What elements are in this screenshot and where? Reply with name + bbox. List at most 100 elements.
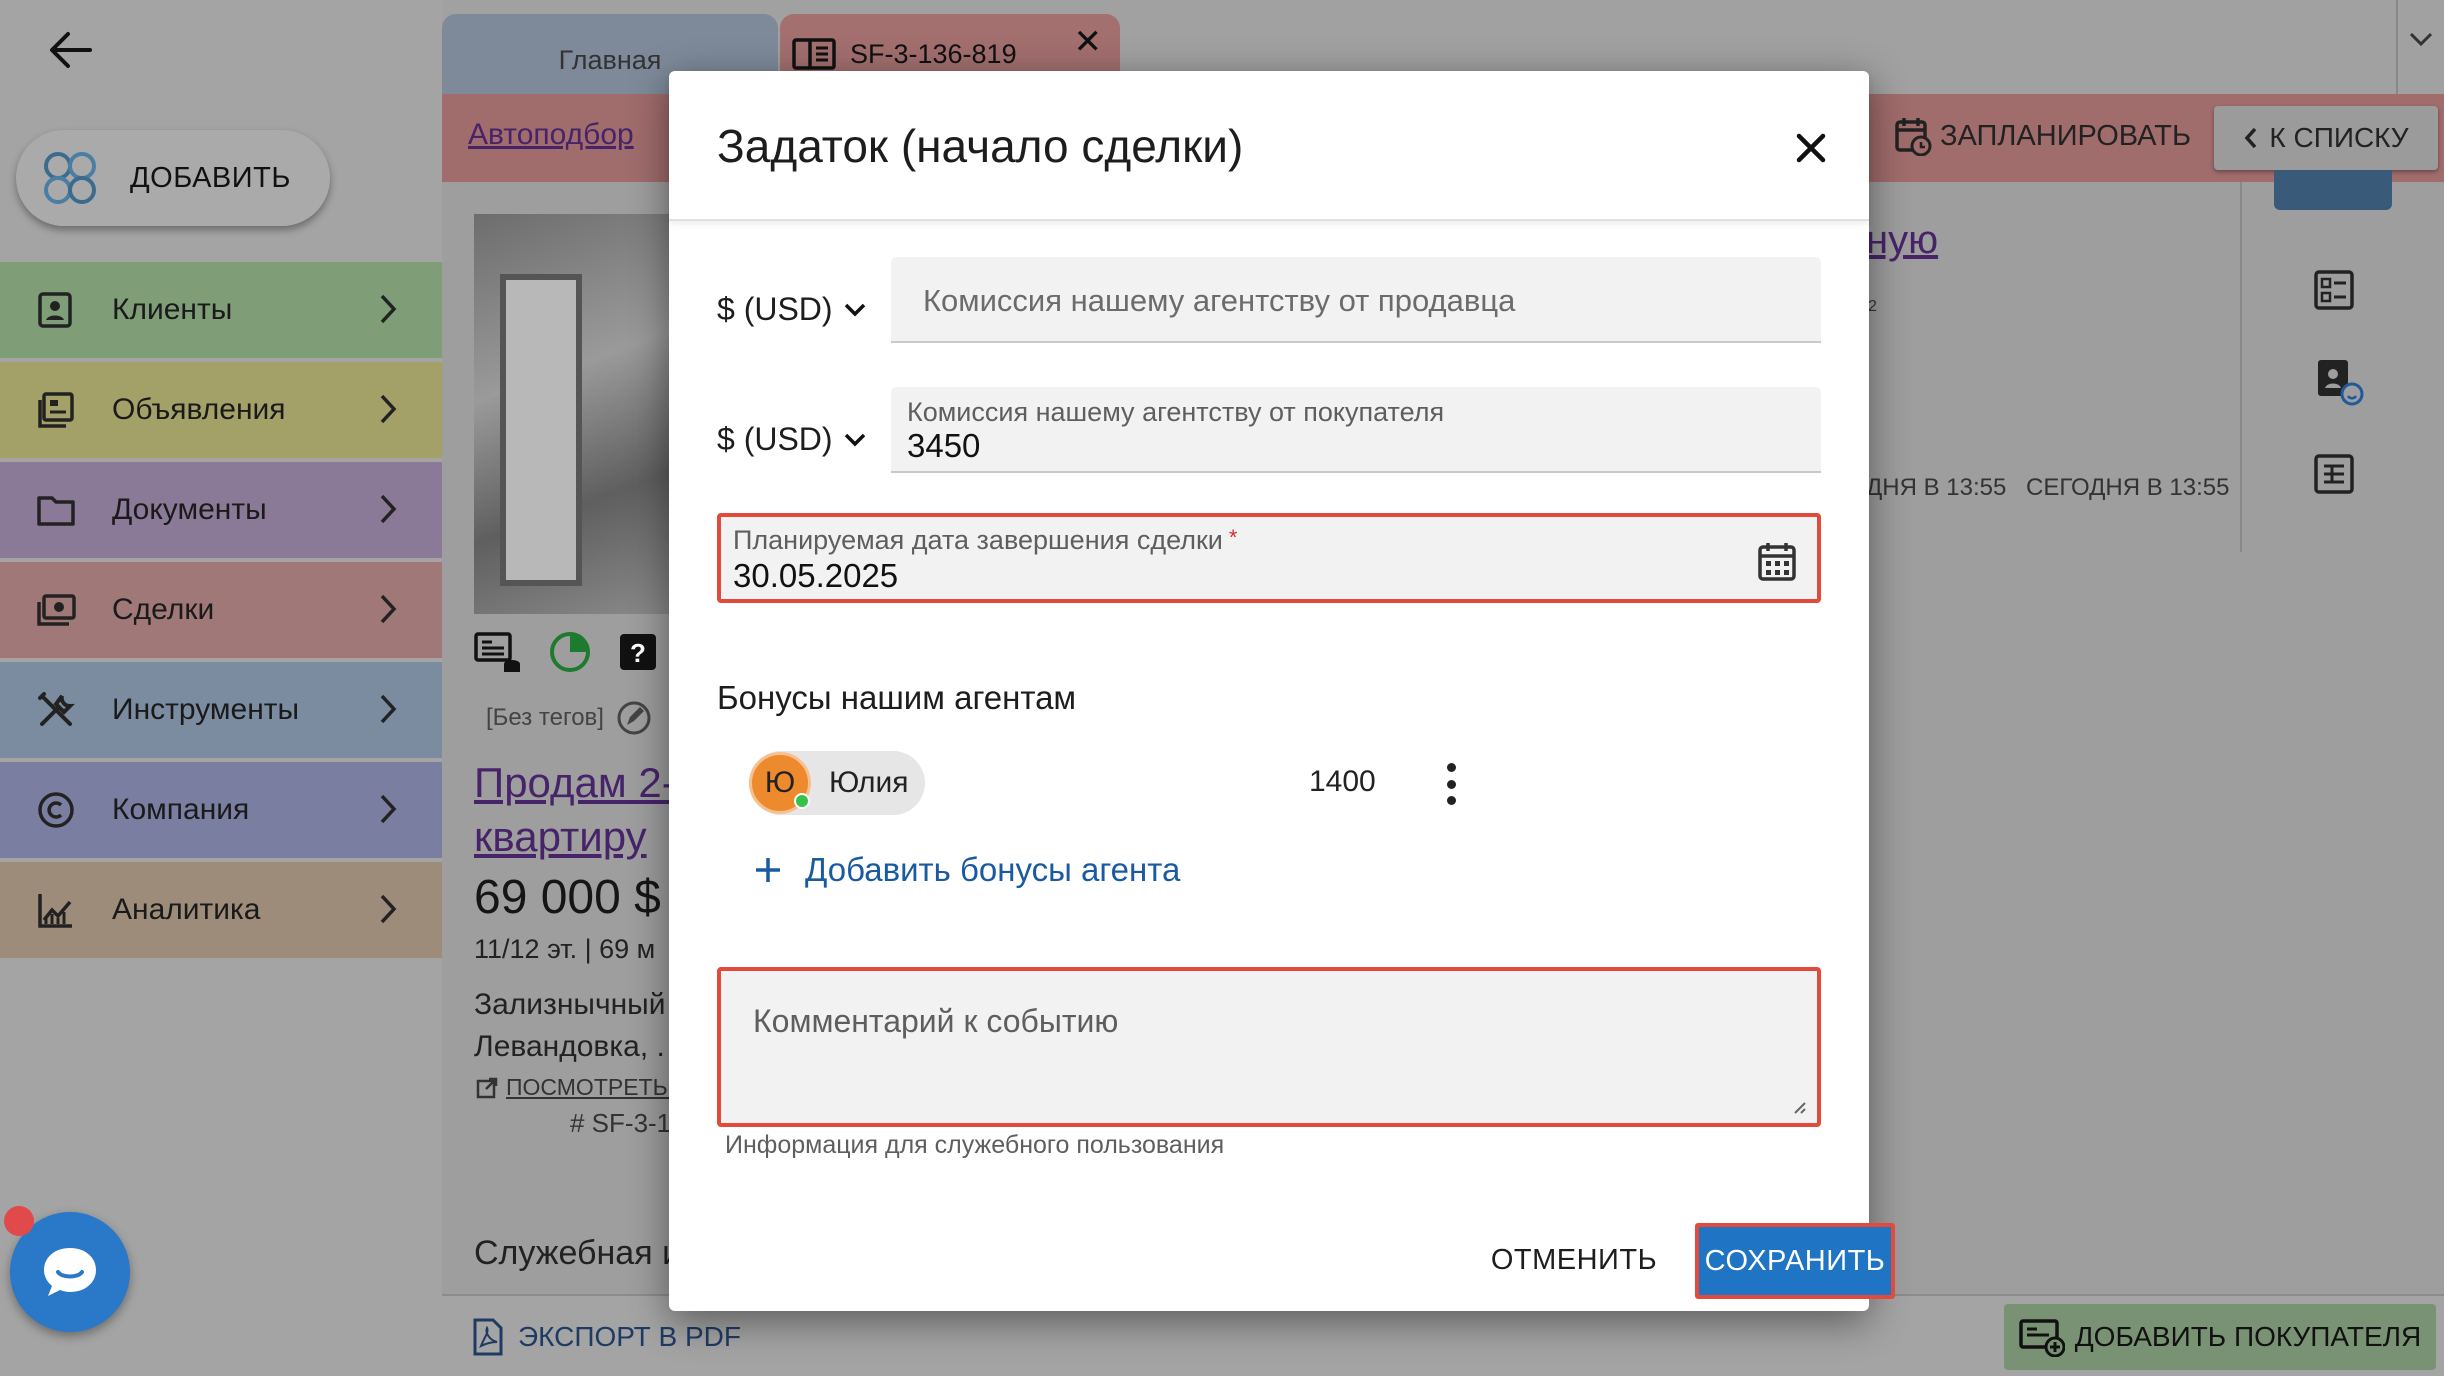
table-icon[interactable]: [2314, 454, 2354, 494]
export-pdf-button[interactable]: ЭКСПОРТ В PDF: [472, 1318, 741, 1356]
deal-icon: [32, 586, 80, 634]
chevron-right-icon: [380, 594, 397, 624]
planned-close-date-input[interactable]: Планируемая дата завершения сделки * 30.0…: [717, 513, 1821, 603]
sidebar-item-label: Сделки: [112, 593, 215, 626]
agent-chip[interactable]: Ю Юлия: [749, 751, 925, 815]
chevron-left-icon: [2245, 127, 2257, 149]
right-panel-add-button[interactable]: [2274, 170, 2392, 210]
listing-title-line2: квартиру: [474, 813, 647, 860]
service-section-title: Служебная и: [474, 1234, 682, 1272]
event-comment-textarea[interactable]: Комментарий к событию: [717, 967, 1821, 1127]
bonus-section-title: Бонусы нашим агентам: [717, 679, 1077, 716]
listing-title-line1: Продам 2-к: [474, 759, 695, 806]
add-button-label: ДОБАВИТЬ: [130, 161, 291, 194]
updated-date: СЕГОДНЯ В 13:55: [2026, 474, 2230, 501]
sidebar-item-label: Компания: [112, 793, 250, 826]
dialog-close-button[interactable]: [1781, 123, 1841, 173]
chevron-down-icon: [844, 433, 865, 446]
agent-avatar: Ю: [749, 752, 811, 814]
checklist-icon[interactable]: [2314, 270, 2354, 310]
planned-date-label-text: Планируемая дата завершения сделки: [733, 525, 1223, 555]
schedule-button[interactable]: ЗАПЛАНИРОВАТЬ: [1894, 116, 2191, 156]
buyer-commission-label: Комиссия нашему агентству от покупателя: [907, 397, 1445, 427]
planned-date-label: Планируемая дата завершения сделки *: [733, 525, 1237, 556]
sidebar-item-label: Аналитика: [112, 893, 261, 926]
sidebar-item-label: Клиенты: [112, 293, 233, 326]
dialog-header: Задаток (начало сделки): [669, 71, 1869, 221]
add-buyer-button[interactable]: ДОБАВИТЬ ПОКУПАТЕЛЯ: [2004, 1304, 2436, 1370]
sidebar-item-label: Объявления: [112, 393, 286, 426]
pie-progress-icon[interactable]: [548, 630, 592, 674]
agent-initial: Ю: [764, 766, 796, 799]
add-buyer-label: ДОБАВИТЬ ПОКУПАТЕЛЯ: [2074, 1321, 2422, 1352]
online-status-dot: [794, 793, 810, 809]
save-button[interactable]: СОХРАНИТЬ: [1695, 1223, 1895, 1299]
dialog-title: Задаток (начало сделки): [717, 120, 1244, 172]
sidebar-item-company[interactable]: Компания: [0, 762, 442, 858]
add-agent-bonus-label: Добавить бонусы агента: [805, 851, 1181, 888]
client-clipboard-icon[interactable]: [2314, 354, 2366, 406]
contacts-icon: [32, 286, 80, 334]
listing-db-icon[interactable]: [474, 630, 522, 674]
sidebar-item-deals[interactable]: Сделки: [0, 562, 442, 658]
listing-floor: 11/12 эт. | 69 м: [474, 934, 656, 964]
view-listing-link[interactable]: ПОСМОТРЕТЬ Н: [476, 1074, 691, 1101]
calendar-clock-icon: [1895, 118, 1932, 156]
buyer-commission-input[interactable]: Комиссия нашему агентству от покупателя …: [891, 387, 1821, 473]
close-tab-icon[interactable]: ✕: [1074, 22, 1103, 62]
sidebar-item-clients[interactable]: Клиенты: [0, 262, 442, 358]
sidebar-item-listings[interactable]: Объявления: [0, 362, 442, 458]
right-listing-link[interactable]: ную: [1866, 218, 1938, 263]
comment-placeholder: Комментарий к событию: [753, 1003, 1119, 1039]
tabs-divider: [2396, 0, 2398, 94]
add-logo-icon: [44, 152, 96, 204]
analytics-icon: [32, 886, 80, 934]
listing-photo[interactable]: [474, 214, 670, 614]
cancel-button[interactable]: ОТМЕНИТЬ: [1469, 1231, 1679, 1289]
sidebar-item-analytics[interactable]: Аналитика: [0, 862, 442, 958]
buyer-currency-select[interactable]: $ (USD): [717, 421, 867, 458]
help-icon[interactable]: ?: [618, 632, 658, 672]
autoselect-link[interactable]: Автоподбор: [468, 118, 634, 152]
tools-icon: [32, 686, 80, 734]
agent-name: Юлия: [829, 766, 909, 799]
view-listing-label: ПОСМОТРЕТЬ Н: [506, 1074, 691, 1100]
add-agent-bonus-button[interactable]: Добавить бонусы агента: [753, 851, 1180, 889]
resize-grip-icon[interactable]: [1791, 1099, 1807, 1115]
arrow-left-icon: [50, 32, 92, 68]
calendar-icon[interactable]: [1757, 541, 1797, 583]
comment-hint: Информация для служебного пользования: [725, 1131, 1225, 1159]
listing-address: Зализнычный Левандовка, .: [474, 984, 665, 1068]
plus-icon: [756, 858, 780, 882]
book-icon: [792, 38, 836, 70]
deposit-dialog: Задаток (начало сделки) $ (USD) Комиссия…: [669, 71, 1895, 1311]
export-pdf-label: ЭКСПОРТ В PDF: [518, 1321, 742, 1352]
listing-icon-row: ?: [474, 630, 658, 674]
more-vert-icon[interactable]: [1439, 759, 1463, 809]
sidebar-item-label: Документы: [112, 493, 267, 526]
chat-bubble-icon: [44, 1248, 96, 1296]
chevron-down-icon[interactable]: [2408, 30, 2434, 48]
seller-commission-placeholder: Комиссия нашему агентству от продавца: [923, 283, 1516, 318]
seller-currency-value: $ (USD): [717, 291, 833, 327]
back-button[interactable]: [40, 20, 100, 80]
back-to-list-button[interactable]: К СПИСКУ: [2214, 106, 2438, 170]
buyer-currency-value: $ (USD): [717, 421, 833, 457]
chevron-right-icon: [380, 394, 397, 424]
address-line2: Левандовка, .: [474, 1030, 665, 1063]
listings-icon: [32, 386, 80, 434]
sidebar-item-documents[interactable]: Документы: [0, 462, 442, 558]
seller-currency-select[interactable]: $ (USD): [717, 291, 867, 328]
add-button[interactable]: ДОБАВИТЬ: [16, 130, 330, 226]
agent-bonus-amount: 1400: [1309, 765, 1376, 798]
seller-commission-input[interactable]: Комиссия нашему агентству от продавца: [891, 257, 1821, 343]
pdf-icon: [473, 1318, 503, 1356]
tab-deal-label: SF-3-136-819: [850, 38, 1017, 69]
tags-row: [Без тегов]: [486, 700, 652, 736]
chevron-right-icon: [380, 694, 397, 724]
listing-title[interactable]: Продам 2-к квартиру: [474, 756, 694, 864]
listing-price: 69 000 $: [474, 871, 661, 924]
sidebar-item-tools[interactable]: Инструменты: [0, 662, 442, 758]
edit-tags-icon[interactable]: [616, 700, 652, 736]
copyright-icon: [32, 786, 80, 834]
